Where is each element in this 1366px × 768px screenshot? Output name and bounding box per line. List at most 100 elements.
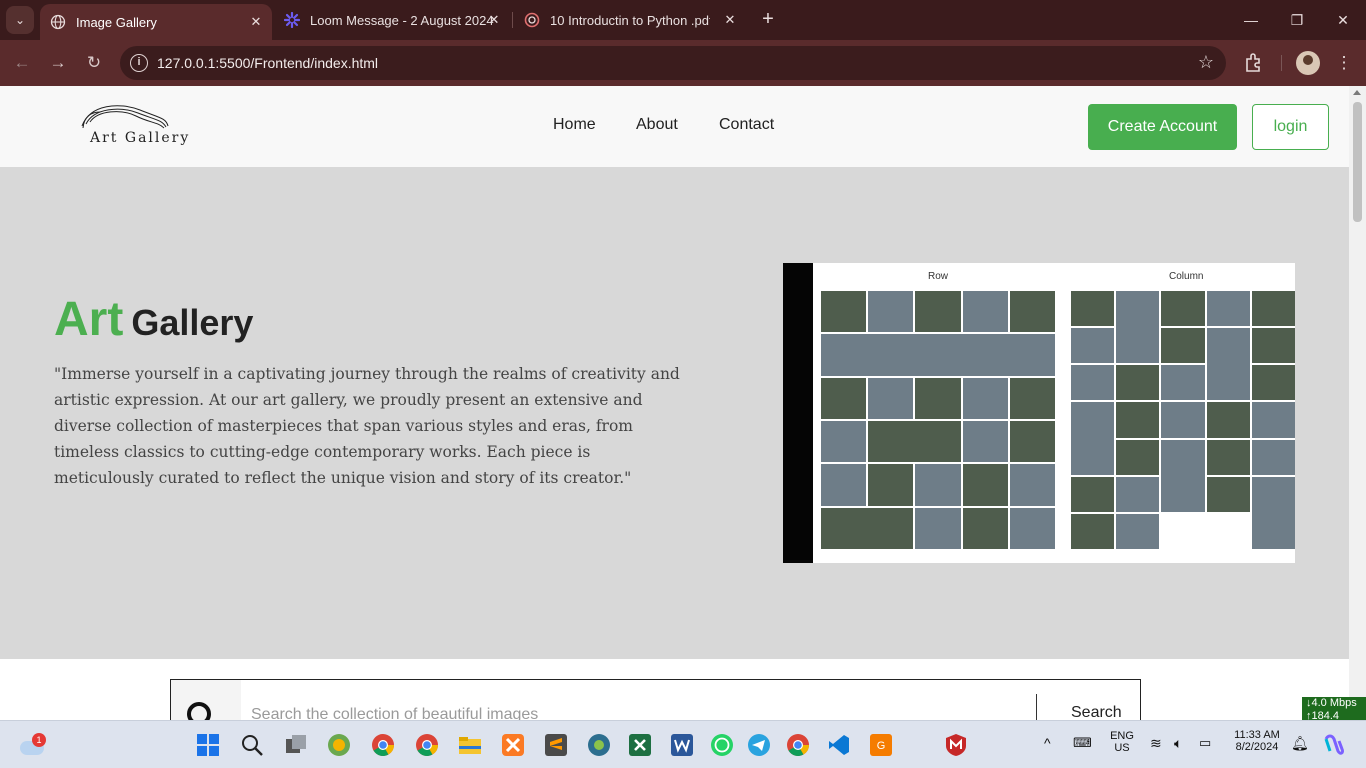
pdf-app-icon[interactable]: G <box>869 733 893 757</box>
hero-title-main: Gallery <box>131 302 254 343</box>
back-icon[interactable]: ← <box>10 51 34 75</box>
wifi-icon[interactable]: ≋ <box>1150 735 1162 752</box>
word-icon[interactable] <box>670 733 694 757</box>
create-account-button[interactable]: Create Account <box>1088 104 1237 150</box>
photo-tile <box>1071 291 1115 327</box>
vscode-icon[interactable] <box>827 733 851 757</box>
clock[interactable]: 11:33 AM 8/2/2024 <box>1226 729 1288 753</box>
chrome-profile-icon[interactable] <box>415 733 439 757</box>
page-viewport: Art Gallery Home About Contact Create Ac… <box>0 86 1349 720</box>
search-input[interactable]: Search the collection of beautiful image… <box>251 706 538 720</box>
search-bar: Search the collection of beautiful image… <box>170 679 1141 720</box>
vpn-app-icon[interactable] <box>587 733 611 757</box>
photo-tile <box>962 291 1008 333</box>
file-explorer-icon[interactable] <box>458 733 482 757</box>
photo-tile <box>1161 365 1205 401</box>
tab-image-gallery[interactable]: Image Gallery ✕ <box>40 4 272 40</box>
mcafee-icon[interactable] <box>944 733 968 757</box>
close-window-icon[interactable]: ✕ <box>1331 8 1355 32</box>
photo-tile <box>962 377 1008 419</box>
address-bar[interactable]: i 127.0.0.1:5500/Frontend/index.html ☆ <box>120 46 1226 80</box>
language-indicator[interactable]: ENG US <box>1106 730 1138 754</box>
clock-date: 8/2/2024 <box>1235 741 1279 753</box>
chrome-secondary-icon[interactable] <box>786 733 810 757</box>
photo-tile <box>1161 439 1205 512</box>
lang-bottom: US <box>1114 742 1130 754</box>
close-tab-icon[interactable]: ✕ <box>248 14 264 30</box>
photo-tile <box>1251 365 1295 401</box>
logo-swirl-icon <box>81 105 169 129</box>
site-info-icon[interactable]: i <box>130 54 148 72</box>
whatsapp-icon[interactable] <box>710 733 734 757</box>
photo-tile <box>962 464 1008 506</box>
photo-tile <box>1206 439 1250 475</box>
extensions-icon[interactable] <box>1242 51 1266 75</box>
site-logo[interactable]: Art Gallery <box>76 100 188 152</box>
photo-tile <box>1251 476 1295 549</box>
photo-tile <box>1116 513 1160 549</box>
photo-tile <box>1071 513 1115 549</box>
restore-icon[interactable]: ❐ <box>1285 8 1309 32</box>
keyboard-icon[interactable]: ⌨ <box>1073 735 1092 751</box>
photo-tile <box>1206 476 1250 512</box>
photo-tile <box>868 291 914 333</box>
weather-widget[interactable]: 1 <box>20 733 46 755</box>
net-download: ↓4.0 Mbps <box>1306 697 1357 709</box>
battery-icon[interactable]: ▭ <box>1199 735 1211 751</box>
photo-tile <box>1009 377 1055 419</box>
photo-tile <box>1251 328 1295 364</box>
close-tab-icon[interactable]: ✕ <box>722 12 738 28</box>
scrollbar-thumb[interactable] <box>1353 102 1362 222</box>
chrome-icon[interactable] <box>371 733 395 757</box>
widgets-app-icon[interactable] <box>327 733 351 757</box>
profile-avatar[interactable] <box>1296 51 1320 75</box>
copilot-icon[interactable] <box>1322 733 1346 757</box>
photo-tile <box>1116 439 1160 475</box>
tab-python-pdf[interactable]: 10 Introductin to Python .pdf - ✕ <box>514 0 746 40</box>
bookmark-star-icon[interactable]: ☆ <box>1198 52 1214 73</box>
tab-title: 10 Introductin to Python .pdf - <box>550 12 710 28</box>
photo-tile <box>1116 291 1160 364</box>
close-tab-icon[interactable]: ✕ <box>486 12 502 28</box>
browser-toolbar: ← → ↻ i 127.0.0.1:5500/Frontend/index.ht… <box>0 40 1366 86</box>
tab-search-button[interactable]: ⌄ <box>6 6 34 34</box>
sublime-text-icon[interactable] <box>544 733 568 757</box>
scroll-up-arrow-icon[interactable] <box>1353 90 1361 95</box>
photo-tile <box>1251 439 1295 475</box>
image-dark-strip <box>783 263 813 563</box>
new-tab-icon[interactable]: + <box>757 9 779 31</box>
windows-start-icon[interactable] <box>196 733 220 757</box>
volume-icon[interactable]: 🔈︎ <box>1174 735 1182 752</box>
menu-kebab-icon[interactable]: ⋮ <box>1332 51 1356 75</box>
photo-tile <box>1009 291 1055 333</box>
photo-tile <box>868 420 961 463</box>
telegram-icon[interactable] <box>747 733 771 757</box>
photo-tile <box>915 377 961 419</box>
search-icon-box <box>171 680 241 720</box>
page-scrollbar[interactable] <box>1349 86 1366 720</box>
nav-contact[interactable]: Contact <box>719 116 774 134</box>
globe-icon <box>50 14 66 30</box>
photo-tile <box>868 377 914 419</box>
reload-icon[interactable]: ↻ <box>82 51 106 75</box>
taskbar-search-icon[interactable] <box>240 733 264 757</box>
tray-overflow-chevron-icon[interactable]: ^ <box>1044 735 1051 751</box>
url-text[interactable]: 127.0.0.1:5500/Frontend/index.html <box>157 55 378 71</box>
tab-loom-message[interactable]: Loom Message - 2 August 2024 ✕ <box>274 0 510 40</box>
photo-tile <box>1116 402 1160 438</box>
photo-tile <box>1161 291 1205 327</box>
login-button[interactable]: login <box>1252 104 1329 150</box>
task-view-icon[interactable] <box>284 733 308 757</box>
xampp-icon[interactable] <box>501 733 525 757</box>
photo-tile <box>821 334 1055 376</box>
search-divider <box>1036 694 1037 720</box>
minimize-icon[interactable]: — <box>1239 8 1263 32</box>
nav-about[interactable]: About <box>636 116 678 134</box>
excel-icon[interactable] <box>628 733 652 757</box>
search-button[interactable]: Search <box>1071 704 1122 720</box>
forward-icon[interactable]: → <box>46 51 70 75</box>
search-icon[interactable] <box>187 702 211 720</box>
photo-tile <box>821 464 867 506</box>
nav-home[interactable]: Home <box>553 116 596 134</box>
notification-bell-icon[interactable]: 🔔︎ <box>1291 735 1309 752</box>
